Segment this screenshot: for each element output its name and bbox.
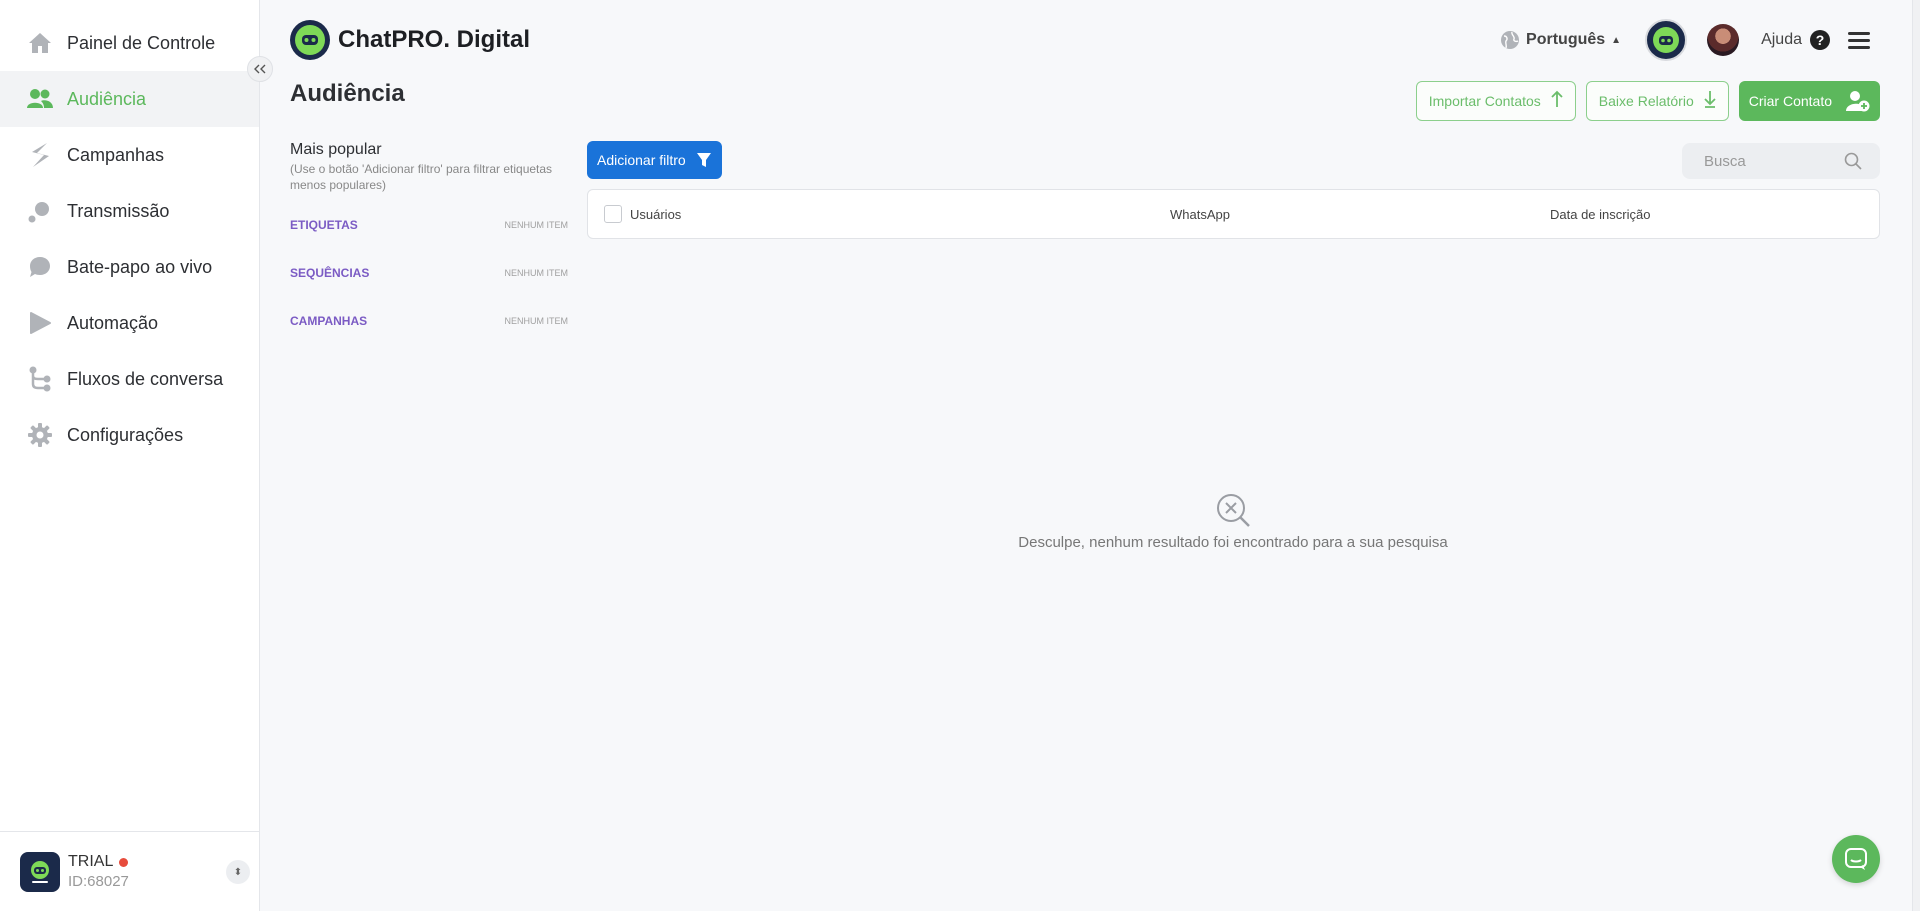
sidebar-item-audiencia[interactable]: Audiência <box>0 71 259 127</box>
filter-icon <box>696 152 712 168</box>
import-contacts-button[interactable]: Importar Contatos <box>1415 81 1576 121</box>
sidebar-item-label: Bate-papo ao vivo <box>67 256 213 277</box>
caret-up-icon: ▲ <box>1611 34 1622 46</box>
language-label: Português <box>1526 31 1606 48</box>
user-avatar[interactable] <box>1707 24 1740 56</box>
expand-collapse-icon[interactable]: ⬍ <box>226 860 250 884</box>
collapse-sidebar-button[interactable] <box>247 56 273 82</box>
account-plan: TRIAL <box>68 853 129 871</box>
filter-category-name: ETIQUETAS <box>290 218 358 232</box>
column-header-data-inscricao[interactable]: Data de inscrição <box>1550 207 1650 222</box>
language-selector[interactable]: Português ▲ <box>1500 30 1621 50</box>
question-icon: ? <box>1810 30 1830 50</box>
sidebar-item-bate-papo[interactable]: Bate-papo ao vivo <box>0 239 259 295</box>
filter-panel-hint: (Use o botão 'Adicionar filtro' para fil… <box>290 162 553 192</box>
search-icon[interactable] <box>1844 152 1862 170</box>
download-report-button[interactable]: Baixe Relatório <box>1585 81 1729 121</box>
create-contact-label: Criar Contato <box>1748 93 1832 109</box>
filter-categories: ETIQUETAS NENHUM ITEM SEQUÊNCIAS NENHUM … <box>290 201 568 345</box>
download-report-label: Baixe Relatório <box>1598 93 1694 109</box>
filter-category-count: NENHUM ITEM <box>504 316 569 326</box>
sidebar-item-painel[interactable]: Painel de Controle <box>0 15 259 71</box>
bot-avatar[interactable] <box>1645 19 1688 61</box>
arrow-down-icon <box>1704 90 1716 113</box>
arrow-up-icon <box>1551 90 1563 113</box>
add-filter-button[interactable]: Adicionar filtro <box>587 141 722 179</box>
sidebar-item-label: Fluxos de conversa <box>67 368 224 389</box>
search-input[interactable] <box>1704 152 1834 170</box>
sidebar-item-label: Automação <box>67 312 159 333</box>
campaign-icon <box>27 142 53 168</box>
add-user-icon <box>1846 90 1870 112</box>
sidebar-item-label: Painel de Controle <box>67 32 216 53</box>
status-dot <box>119 857 129 867</box>
sidebar-item-label: Transmissão <box>67 200 170 221</box>
add-filter-label: Adicionar filtro <box>597 152 686 168</box>
sidebar-item-transmissao[interactable]: Transmissão <box>0 183 259 239</box>
account-id: ID:68027 <box>68 873 129 890</box>
flow-icon <box>27 366 53 392</box>
table-header: Usuários WhatsApp Data de inscrição <box>587 189 1880 239</box>
filter-category-sequencias[interactable]: SEQUÊNCIAS NENHUM ITEM <box>290 249 568 297</box>
help-button[interactable]: Ajuda ? <box>1761 30 1830 50</box>
sidebar-item-label: Configurações <box>67 424 184 445</box>
filter-category-name: SEQUÊNCIAS <box>290 266 370 280</box>
filter-panel-title: Mais popular <box>290 141 382 158</box>
account-switcher[interactable]: TRIAL ID:68027 ⬍ <box>0 831 260 911</box>
users-icon <box>27 86 53 112</box>
page-actions: Importar Contatos Baixe Relatório Criar … <box>1415 81 1880 121</box>
filter-category-campanhas[interactable]: CAMPANHAS NENHUM ITEM <box>290 297 568 345</box>
page-scrollbar[interactable] <box>1912 0 1920 911</box>
empty-state-message: Desculpe, nenhum resultado foi encontrad… <box>1018 534 1448 551</box>
sidebar-item-campanhas[interactable]: Campanhas <box>0 127 259 183</box>
brand-logo-icon <box>290 20 330 60</box>
column-header-whatsapp[interactable]: WhatsApp <box>1170 207 1550 222</box>
column-header-usuarios[interactable]: Usuários <box>630 207 1170 222</box>
search-box[interactable] <box>1682 143 1880 179</box>
select-all-checkbox[interactable] <box>604 205 622 223</box>
brand-name: ChatPRO. Digital <box>338 26 531 53</box>
sidebar-item-fluxos[interactable]: Fluxos de conversa <box>0 351 259 407</box>
brand[interactable]: ChatPRO. Digital <box>290 20 530 60</box>
globe-icon <box>1500 30 1520 50</box>
create-contact-button[interactable]: Criar Contato <box>1738 81 1880 121</box>
no-results-icon <box>1018 492 1448 528</box>
home-icon <box>27 30 53 56</box>
automation-icon <box>27 310 53 336</box>
header-controls: Português ▲ Ajuda ? <box>1500 19 1870 61</box>
filter-category-etiquetas[interactable]: ETIQUETAS NENHUM ITEM <box>290 201 568 249</box>
page-title: Audiência <box>290 80 405 107</box>
account-plan-label: TRIAL <box>68 853 114 870</box>
menu-icon[interactable] <box>1848 28 1870 53</box>
filter-category-count: NENHUM ITEM <box>504 268 569 278</box>
filter-category-count: NENHUM ITEM <box>504 220 569 230</box>
sidebar-item-label: Campanhas <box>67 144 165 165</box>
chat-icon <box>27 254 53 280</box>
support-chat-button[interactable] <box>1832 835 1880 883</box>
account-logo <box>20 851 60 892</box>
broadcast-icon <box>27 198 53 224</box>
help-label: Ajuda <box>1761 31 1802 48</box>
sidebar-nav: Painel de Controle Audiência Campanhas T… <box>0 0 259 463</box>
empty-state: Desculpe, nenhum resultado foi encontrad… <box>1018 492 1448 551</box>
gear-icon <box>27 422 53 448</box>
import-contacts-label: Importar Contatos <box>1428 93 1541 109</box>
sidebar-item-configuracoes[interactable]: Configurações <box>0 407 259 463</box>
sidebar-item-automacao[interactable]: Automação <box>0 295 259 351</box>
sidebar-item-label: Audiência <box>67 88 147 109</box>
sidebar: Painel de Controle Audiência Campanhas T… <box>0 0 260 911</box>
chat-icon <box>1844 847 1868 871</box>
filter-category-name: CAMPANHAS <box>290 314 368 328</box>
filter-panel: Mais popular (Use o botão 'Adicionar fil… <box>290 141 568 345</box>
